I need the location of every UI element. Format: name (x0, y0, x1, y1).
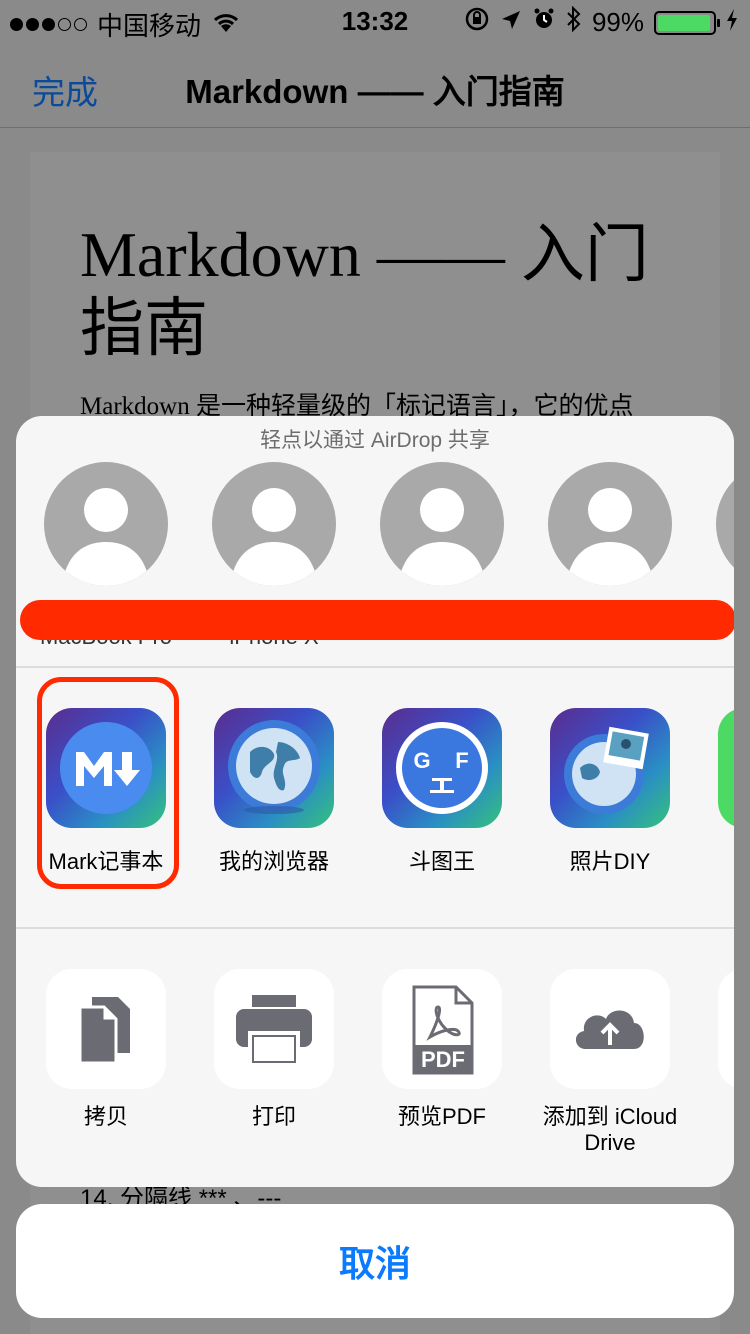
app-label: 斗图王 (408, 849, 475, 874)
divider (16, 927, 734, 929)
cancel-button[interactable]: 取消 (16, 1204, 734, 1318)
app-icon-partial[interactable] (718, 708, 734, 828)
location-icon (500, 7, 522, 38)
person-silhouette-icon (566, 488, 654, 586)
action-preview-pdf[interactable]: PDF (382, 969, 502, 1089)
navigation-bar: 完成 Markdown —— 入门指南 (0, 40, 750, 128)
status-left: 中国移动 (10, 6, 241, 43)
svg-text:G: G (413, 748, 430, 773)
app-icon-photo-diy[interactable] (550, 708, 670, 828)
photo-globe-app-icon (564, 726, 649, 814)
share-sheet: 轻点以通过 AirDrop 共享 MacBook Pro iPhone X (16, 416, 734, 1187)
svg-text:F: F (455, 748, 468, 773)
status-bar: 中国移动 13:32 99% (0, 0, 750, 43)
app-label: 照片DIY (569, 849, 651, 874)
face-app-icon: G F (396, 722, 488, 814)
carrier-name: 中国移动 (97, 11, 202, 41)
airdrop-contact[interactable] (548, 462, 672, 586)
action-label: 预览PDF (397, 1104, 486, 1129)
app-icon-meme-king[interactable]: G F (382, 708, 502, 828)
page-title: Markdown —— 入门指南 (185, 73, 565, 110)
action-partial[interactable] (718, 969, 734, 1089)
alarm-icon (532, 7, 556, 38)
charging-icon (726, 7, 738, 38)
airdrop-contact[interactable] (44, 462, 168, 586)
action-label: 添加到 iCloud Drive (542, 1104, 678, 1155)
airdrop-contact[interactable] (380, 462, 504, 586)
done-button[interactable]: 完成 (32, 66, 98, 114)
app-label: Mark记事本 (48, 849, 164, 874)
airdrop-hint: 轻点以通过 AirDrop 共享 (260, 429, 490, 452)
copy-icon (78, 997, 130, 1065)
airdrop-contact[interactable] (212, 462, 336, 586)
action-print[interactable] (214, 969, 334, 1089)
bluetooth-icon (566, 5, 582, 39)
cloud-upload-icon (575, 1010, 644, 1049)
globe-app-icon (228, 720, 320, 814)
wifi-icon (211, 9, 241, 40)
status-right: 99% (464, 5, 738, 39)
person-silhouette-icon (716, 462, 734, 586)
person-silhouette-icon (398, 488, 486, 586)
action-copy[interactable] (46, 969, 166, 1089)
person-silhouette-icon (62, 488, 150, 586)
action-add-to-icloud-drive[interactable] (550, 969, 670, 1089)
printer-icon (236, 995, 312, 1067)
app-label: 我的浏览器 (218, 849, 329, 874)
airdrop-contact[interactable] (716, 462, 734, 586)
person-silhouette-icon (230, 488, 318, 586)
action-label: 打印 (251, 1104, 296, 1129)
svg-text:PDF: PDF (421, 1047, 465, 1072)
document-heading: Markdown —— 入门指南 (80, 219, 649, 364)
action-label: 拷贝 (83, 1104, 128, 1129)
rotation-lock-icon (464, 6, 490, 39)
app-icon-my-browser[interactable] (214, 708, 334, 828)
pdf-icon: PDF (412, 985, 474, 1075)
battery-percentage: 99% (591, 7, 644, 37)
redaction-bar (20, 600, 734, 640)
signal-strength-icon (10, 18, 87, 31)
divider (16, 666, 734, 668)
battery-icon (654, 10, 720, 35)
